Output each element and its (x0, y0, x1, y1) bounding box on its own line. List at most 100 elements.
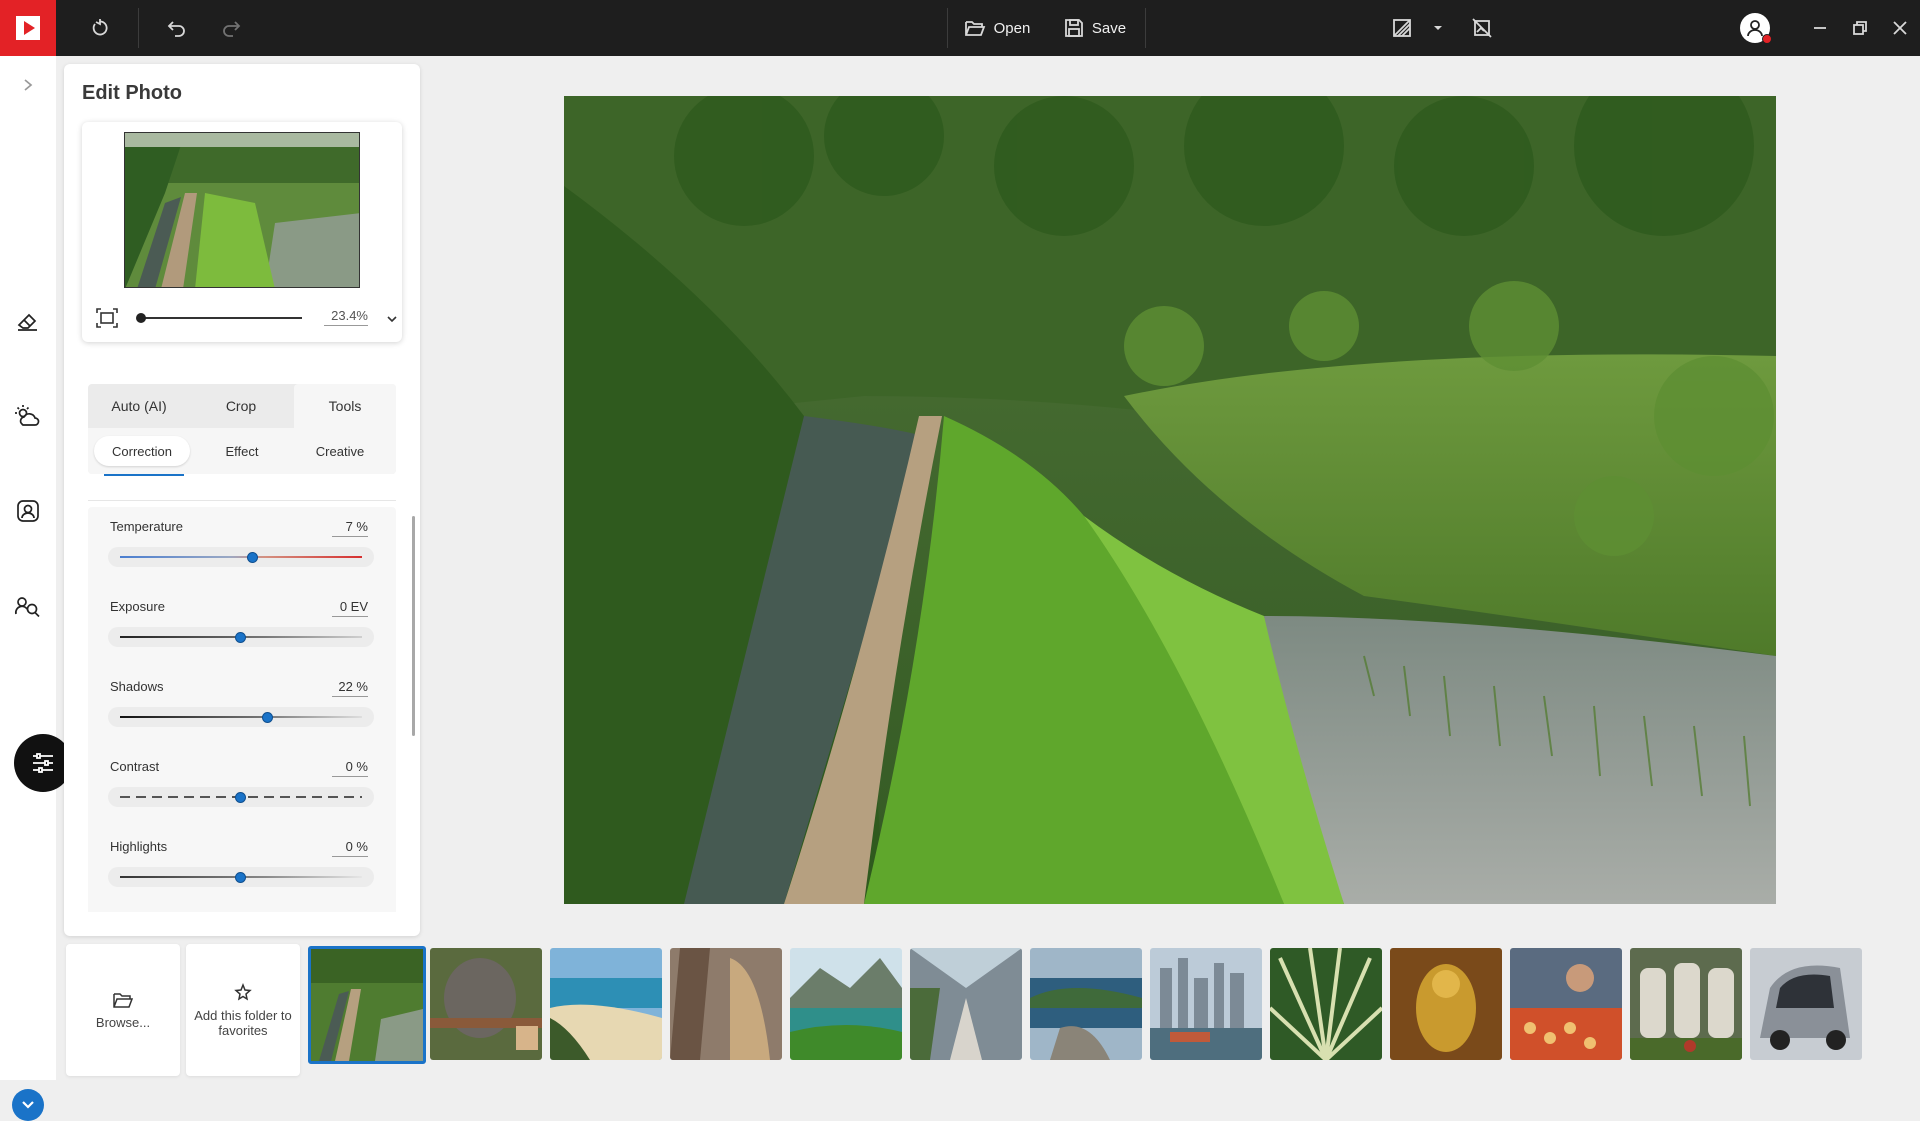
top-toolbar: Open Save (0, 0, 1920, 56)
subtab-effect[interactable]: Effect (194, 436, 290, 466)
tab-crop[interactable]: Crop (190, 384, 292, 428)
expand-panel-button[interactable] (13, 70, 43, 100)
compare-icon (1393, 19, 1411, 37)
minimize-icon (1814, 27, 1826, 29)
reset-button[interactable] (84, 12, 116, 44)
thumbnail-image (311, 949, 423, 1061)
thumbnail-beach-coast[interactable] (550, 948, 662, 1060)
scroll-down-button[interactable] (12, 1089, 44, 1121)
adjustment-label: Temperature (110, 519, 183, 534)
panel-scrollbar[interactable] (412, 516, 415, 736)
subtab-correction[interactable]: Correction (94, 436, 190, 466)
redo-button[interactable] (216, 12, 248, 44)
thumbnail-mountain-lake[interactable] (790, 948, 902, 1060)
main-photo-canvas[interactable] (564, 96, 1776, 904)
zoom-value[interactable]: 23.4% (324, 308, 368, 326)
compare-dropdown[interactable] (1428, 12, 1448, 44)
thumbnail-war-graves[interactable] (1630, 948, 1742, 1060)
adjustments-card: Temperature 7 % Exposure 0 EV Shadows 22… (88, 507, 396, 912)
app-logo[interactable] (0, 0, 56, 56)
slider-knob[interactable] (235, 632, 246, 643)
zoom-controls: 23.4% (96, 302, 398, 332)
folder-open-icon (964, 21, 985, 36)
thumbnail-street-food[interactable] (1510, 948, 1622, 1060)
adjustment-value[interactable]: 7 % (332, 519, 368, 537)
toolbar-divider (947, 8, 948, 48)
user-avatar[interactable] (1740, 13, 1772, 44)
save-button[interactable]: Save (1060, 12, 1130, 44)
slider-knob[interactable] (247, 552, 259, 563)
eraser-icon (17, 313, 37, 331)
minimize-button[interactable] (1808, 12, 1832, 44)
thumbnail-elephant[interactable] (430, 948, 542, 1060)
thumbnail-image (1390, 948, 1502, 1060)
folder-open-icon (113, 992, 134, 1008)
slider-track (120, 556, 362, 558)
thumbnail-island-bay[interactable] (1030, 948, 1142, 1060)
save-label: Save (1091, 19, 1127, 37)
thumbnail-image (1270, 948, 1382, 1060)
navigator-preview: 23.4% (82, 122, 402, 342)
thumbnail-cathedral-interior[interactable] (670, 948, 782, 1060)
eraser-tool-button[interactable] (13, 306, 43, 336)
adjustment-contrast: Contrast 0 % (88, 747, 396, 827)
caret-down-icon (1434, 26, 1442, 30)
shadows-slider[interactable] (108, 707, 374, 727)
thumbnail-image (1150, 948, 1262, 1060)
left-tool-rail (0, 56, 72, 1121)
adjustment-label: Exposure (110, 599, 165, 614)
slider-knob[interactable] (235, 872, 246, 883)
adjustment-value[interactable]: 22 % (332, 679, 368, 697)
subtabs: Correction Effect Creative (88, 428, 396, 474)
reset-icon (92, 19, 108, 36)
zoom-dropdown-icon[interactable] (386, 314, 398, 324)
navigator-thumbnail[interactable] (124, 132, 360, 288)
exposure-slider[interactable] (108, 627, 374, 647)
adjustment-value[interactable]: 0 EV (332, 599, 368, 617)
adjustment-value[interactable]: 0 % (332, 839, 368, 857)
portrait-tool-button[interactable] (13, 496, 43, 526)
tab-auto-ai[interactable]: Auto (AI) (88, 384, 190, 428)
tab-tools[interactable]: Tools (294, 384, 396, 428)
people-tool-button[interactable] (13, 592, 43, 622)
undo-button[interactable] (160, 12, 192, 44)
temperature-slider[interactable] (108, 547, 374, 567)
hide-preview-button[interactable] (1470, 12, 1494, 44)
thumbnail-image (670, 948, 782, 1060)
close-icon (1893, 21, 1907, 35)
highlights-slider[interactable] (108, 867, 374, 887)
panel-title: Edit Photo (82, 82, 182, 104)
close-button[interactable] (1888, 12, 1912, 44)
thumbnail-rice-terrace[interactable] (308, 946, 426, 1064)
adjustment-highlights: Highlights 0 % (88, 827, 396, 907)
adjustment-value[interactable]: 0 % (332, 759, 368, 777)
slider-knob[interactable] (235, 792, 246, 803)
toolbar-divider (138, 8, 139, 48)
restore-button[interactable] (1848, 12, 1872, 44)
thumbnail-city-skyline[interactable] (1150, 948, 1262, 1060)
sky-tool-button[interactable] (13, 402, 43, 432)
portrait-icon (17, 500, 39, 522)
slider-knob[interactable] (261, 712, 273, 723)
thumbnail-bridge-walkway[interactable] (910, 948, 1022, 1060)
adjustment-label: Highlights (110, 839, 168, 854)
open-button[interactable]: Open (962, 12, 1032, 44)
fit-screen-icon[interactable] (96, 308, 118, 328)
contrast-slider[interactable] (108, 787, 374, 807)
add-favorite-button[interactable]: Add this folder to favorites (186, 944, 300, 1076)
add-favorite-label: Add this folder to favorites (194, 1008, 292, 1038)
thumbnail-agave-plant[interactable] (1270, 948, 1382, 1060)
toolbar-divider (1145, 8, 1146, 48)
logo-icon (16, 16, 40, 40)
rice-terrace-photo (564, 96, 1776, 904)
thumbnail-golden-statue[interactable] (1390, 948, 1502, 1060)
folder-star-icon (234, 982, 252, 1001)
filmstrip: Browse... Add this folder to favorites (64, 944, 1864, 1076)
compare-button[interactable] (1390, 12, 1414, 44)
browse-button[interactable]: Browse... (66, 944, 180, 1076)
subtab-creative[interactable]: Creative (292, 436, 388, 466)
zoom-slider-knob[interactable] (136, 313, 146, 323)
zoom-slider-track[interactable] (140, 317, 302, 319)
thumbnail-camper-van[interactable] (1750, 948, 1862, 1060)
weather-icon (15, 405, 40, 426)
